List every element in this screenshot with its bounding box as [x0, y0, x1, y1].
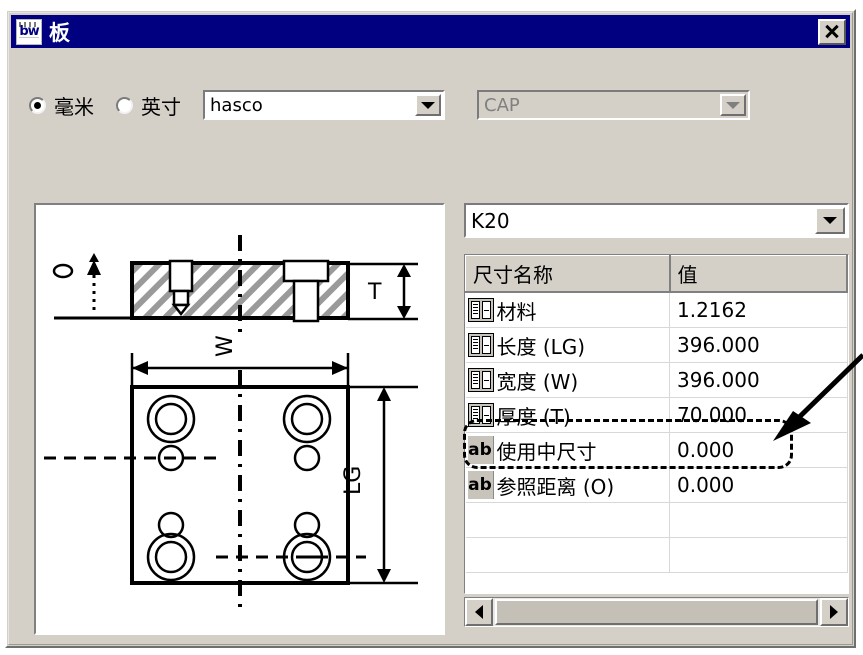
dimension-value-label: 0.000 [677, 473, 735, 497]
dimension-value-label: 396.000 [677, 368, 760, 392]
close-button[interactable] [818, 18, 846, 45]
cell-dimension-value[interactable]: 0.000 [669, 432, 848, 468]
dimension-value-label: 1.2162 [677, 298, 747, 322]
plate-dialog: bw 板 毫米 英寸 hasco CAP T W LG K20 尺寸名称 值 材… [5, 9, 863, 648]
cell-empty-name[interactable] [465, 537, 670, 573]
cell-dimension-value[interactable]: 396.000 [669, 362, 848, 398]
list-type-icon [467, 368, 494, 392]
parameter-grid[interactable]: 尺寸名称 值 材料 1.2162 长度 (LG) 396.000 宽度 (W) 396.0… [464, 254, 849, 594]
table-row[interactable]: ab 参照距离 (O) 0.000 [465, 467, 848, 503]
cell-dimension-name[interactable]: 宽度 (W) [465, 362, 670, 398]
table-row-empty[interactable] [465, 502, 848, 538]
radio-millimeter-label: 毫米 [54, 94, 94, 119]
table-row[interactable]: 材料 1.2162 [465, 292, 848, 328]
column-header-value[interactable]: 值 [669, 255, 848, 293]
triangle-left-icon [475, 605, 483, 619]
part-combobox-value: K20 [471, 208, 510, 233]
radio-inch[interactable]: 英寸 [116, 91, 181, 120]
text-type-icon: ab [467, 471, 494, 499]
dimension-value-label: 70.000 [677, 403, 747, 427]
text-type-icon: ab [467, 436, 494, 464]
cap-combobox-value: CAP [484, 94, 520, 116]
cell-dimension-name[interactable]: ab 参照距离 (O) [465, 467, 670, 503]
cell-empty-name[interactable] [465, 502, 670, 538]
cell-empty-value[interactable] [669, 502, 848, 538]
scrollbar-track[interactable] [493, 598, 820, 626]
list-type-icon [467, 333, 494, 357]
technical-drawing-panel: T W LG [34, 203, 445, 635]
dimension-name-label: 宽度 (W) [496, 369, 579, 394]
table-row[interactable]: 长度 (LG) 396.000 [465, 327, 848, 363]
svg-text:T: T [367, 280, 382, 305]
list-type-icon [467, 403, 494, 427]
bw-logo-icon: bw [16, 18, 42, 45]
cell-dimension-value[interactable]: 396.000 [669, 327, 848, 363]
chevron-down-icon-part[interactable] [815, 207, 845, 234]
horizontal-scrollbar[interactable] [464, 597, 849, 627]
dimension-name-label: 材料 [496, 299, 537, 324]
table-row[interactable]: ab 使用中尺寸 0.000 [465, 432, 848, 468]
dimension-name-label: 使用中尺寸 [496, 439, 597, 464]
plate-drawing: T W LG [44, 235, 418, 615]
scroll-right-button[interactable] [820, 598, 848, 626]
scrollbar-thumb[interactable] [495, 599, 818, 625]
svg-text:LG: LG [341, 466, 366, 495]
title-bar: bw 板 [11, 15, 850, 48]
cap-combobox: CAP [477, 90, 750, 120]
grid-header-row: 尺寸名称 值 [465, 255, 848, 293]
radio-millimeter-dot [29, 96, 46, 114]
svg-text:W: W [213, 335, 238, 357]
cell-dimension-value[interactable]: 70.000 [669, 397, 848, 433]
cell-dimension-name[interactable]: 材料 [465, 292, 670, 328]
table-row-empty[interactable] [465, 537, 848, 573]
vendor-combobox-value: hasco [210, 94, 263, 116]
dimension-name-label: 参照距离 (O) [496, 474, 615, 499]
cell-empty-value[interactable] [669, 537, 848, 573]
chevron-down-icon-disabled [720, 94, 746, 116]
dimension-name-label: 长度 (LG) [496, 334, 586, 359]
dimension-value-label: 0.000 [677, 438, 735, 462]
radio-inch-label: 英寸 [141, 94, 181, 119]
options-row: 毫米 英寸 hasco CAP [29, 89, 832, 121]
cell-dimension-value[interactable]: 0.000 [669, 467, 848, 503]
radio-inch-dot [116, 96, 133, 114]
cell-dimension-name[interactable]: ab 使用中尺寸 [465, 432, 670, 468]
radio-millimeter[interactable]: 毫米 [29, 91, 94, 120]
scroll-left-button[interactable] [465, 598, 493, 626]
table-row[interactable]: 厚度 (T) 70.000 [465, 397, 848, 433]
part-combobox[interactable]: K20 [464, 203, 849, 238]
table-row[interactable]: 宽度 (W) 396.000 [465, 362, 848, 398]
column-header-name[interactable]: 尺寸名称 [465, 255, 671, 293]
cell-dimension-value[interactable]: 1.2162 [669, 292, 848, 328]
dimension-name-label: 厚度 (T) [496, 404, 571, 429]
vendor-combobox[interactable]: hasco [203, 90, 445, 120]
window-title: 板 [49, 20, 70, 45]
cell-dimension-name[interactable]: 长度 (LG) [465, 327, 670, 363]
chevron-down-icon[interactable] [415, 94, 441, 116]
dimension-value-label: 396.000 [677, 333, 760, 357]
cell-dimension-name[interactable]: 厚度 (T) [465, 397, 670, 433]
triangle-right-icon [830, 605, 838, 619]
list-type-icon [467, 298, 494, 322]
